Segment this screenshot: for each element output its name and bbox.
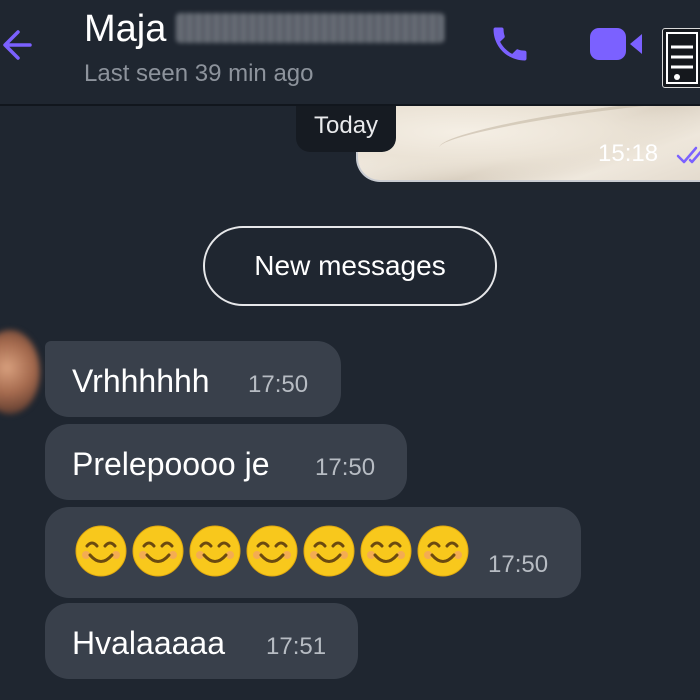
smiling-face-emoji-icon xyxy=(132,525,184,577)
contact-avatar[interactable] xyxy=(0,330,40,414)
image-message-bubble[interactable]: 15:18 xyxy=(356,100,700,182)
last-seen-status: Last seen 39 min ago xyxy=(84,60,314,87)
message-time: 17:50 xyxy=(248,371,309,398)
voice-call-button[interactable] xyxy=(488,22,532,66)
date-divider: Today xyxy=(296,104,397,152)
smiling-face-emoji-icon xyxy=(360,525,412,577)
video-camera-icon xyxy=(590,28,642,60)
emoji-row xyxy=(75,525,469,577)
video-call-button[interactable] xyxy=(588,22,648,66)
incoming-emoji-message[interactable]: 17:50 xyxy=(45,507,581,598)
smiling-face-emoji-icon xyxy=(189,525,241,577)
smiling-face-emoji-icon xyxy=(75,525,127,577)
message-time: 17:51 xyxy=(266,633,327,660)
blurred-surname xyxy=(176,13,445,43)
contact-first-name: Maja xyxy=(84,8,167,50)
new-messages-divider: New messages xyxy=(203,226,497,306)
smiling-face-emoji-icon xyxy=(303,525,355,577)
message-text: Prelepoooo je xyxy=(72,446,270,482)
channel-logo xyxy=(662,28,700,88)
message-time: 17:50 xyxy=(315,454,376,481)
incoming-message[interactable]: Vrhhhhhh 17:50 xyxy=(45,341,341,417)
double-check-icon xyxy=(676,146,700,164)
back-button[interactable] xyxy=(0,20,40,70)
message-text: Hvalaaaaa xyxy=(72,625,225,661)
phone-icon xyxy=(493,27,527,61)
smiling-face-emoji-icon xyxy=(417,525,469,577)
chat-header: Maja Last seen 39 min ago xyxy=(0,0,700,106)
message-time: 15:18 xyxy=(598,140,659,167)
arrow-left-icon xyxy=(3,30,32,60)
incoming-message[interactable]: Hvalaaaaa 17:51 xyxy=(45,603,358,679)
message-text: Vrhhhhhh xyxy=(72,363,210,399)
message-time: 17:50 xyxy=(488,551,549,578)
smiling-face-emoji-icon xyxy=(246,525,298,577)
contact-name[interactable]: Maja xyxy=(84,8,445,51)
incoming-message[interactable]: Prelepoooo je 17:50 xyxy=(45,424,407,500)
image-content xyxy=(437,100,700,164)
